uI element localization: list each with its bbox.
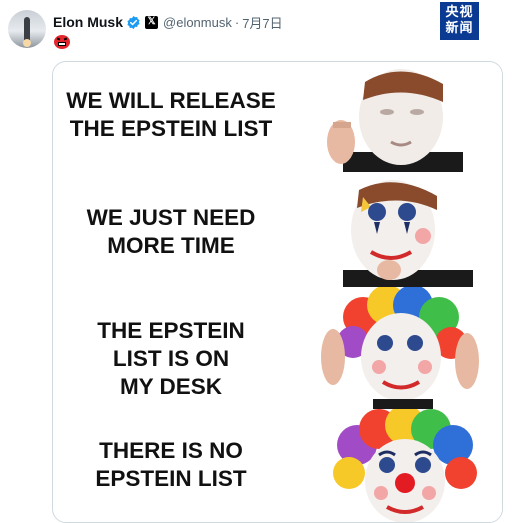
user-handle[interactable]: @elonmusk — [163, 15, 232, 30]
caption-line: EPSTEIN LIST — [95, 466, 247, 491]
x-affiliation-icon[interactable]: 𝕏 — [145, 15, 159, 29]
meme-caption: WE WILL RELEASE THE EPSTEIN LIST — [53, 87, 289, 143]
caption-line: MY DESK — [119, 374, 223, 399]
avatar[interactable] — [8, 10, 46, 48]
display-name[interactable]: Elon Musk — [53, 14, 123, 30]
emoji-eye — [63, 37, 68, 41]
meme-panel-2: WE JUST NEED MORE TIME — [53, 172, 502, 287]
meme-panel-4: THERE IS NO EPSTEIN LIST — [53, 409, 502, 522]
meme-caption: THERE IS NO EPSTEIN LIST — [53, 437, 289, 493]
caption-line: MORE TIME — [107, 233, 235, 258]
cursing-face-emoji — [54, 35, 70, 49]
meme-image-makeup-4 — [303, 409, 502, 522]
caption-line: THERE IS NO — [99, 438, 243, 463]
watermark-line: 新闻 — [445, 21, 474, 36]
caption-line: THE EPSTEIN LIST — [69, 116, 273, 141]
meme-panel-3: THE EPSTEIN LIST IS ON MY DESK — [53, 287, 502, 409]
meme-caption: WE JUST NEED MORE TIME — [53, 204, 289, 260]
caption-line: WE WILL RELEASE — [66, 88, 276, 113]
meme-image-makeup-1 — [303, 62, 502, 172]
caption-line: THE EPSTEIN — [97, 318, 245, 343]
separator-dot: · — [234, 14, 240, 30]
post-date[interactable]: 7月7日 — [242, 13, 282, 32]
meme-image-makeup-2 — [303, 172, 502, 287]
tweet-header: Elon Musk 𝕏 @elonmusk · 7月7日 — [53, 12, 283, 32]
verified-badge-icon[interactable] — [126, 15, 141, 30]
post-media-card[interactable]: WE WILL RELEASE THE EPSTEIN LIST WE JUST… — [52, 61, 503, 523]
cctv-news-watermark: 央视 新闻 — [440, 2, 479, 40]
meme-image-makeup-3 — [303, 287, 502, 409]
meme-panel-1: WE WILL RELEASE THE EPSTEIN LIST — [53, 62, 502, 172]
caption-line: WE JUST NEED — [86, 205, 256, 230]
meme-caption: THE EPSTEIN LIST IS ON MY DESK — [53, 317, 289, 401]
caption-line: LIST IS ON — [112, 346, 230, 371]
watermark-line: 央视 — [445, 5, 474, 20]
rocket-shape — [24, 17, 30, 41]
emoji-eye — [56, 37, 61, 41]
rocket-exhaust — [23, 39, 31, 47]
emoji-mouth — [58, 42, 66, 46]
